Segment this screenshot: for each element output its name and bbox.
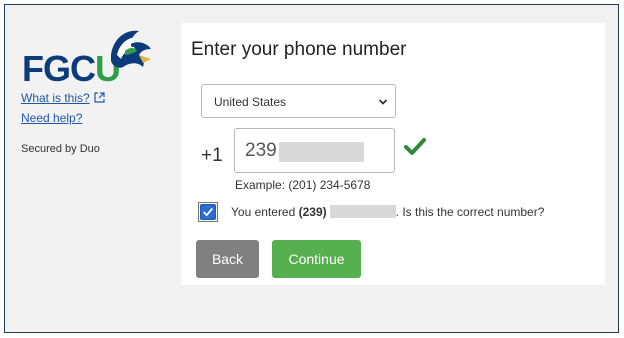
phone-example-hint: Example: (201) 234-5678 <box>235 178 371 192</box>
chevron-down-icon <box>378 99 388 105</box>
need-help-link[interactable]: Need help? <box>21 111 82 125</box>
checkbox-checked-icon <box>203 207 214 217</box>
external-link-icon <box>94 92 105 103</box>
country-select-value: United States <box>214 95 287 109</box>
phone-input[interactable]: 239 <box>234 128 395 173</box>
duo-prompt-frame: FGCU What is this? Need help? Secured by… <box>4 4 619 333</box>
phone-input-value: 239 <box>245 140 277 161</box>
confirm-number-checkbox[interactable] <box>200 204 216 220</box>
confirm-number-text: You entered (239). Is this the correct n… <box>231 205 545 219</box>
page-title: Enter your phone number <box>191 39 407 60</box>
country-select[interactable]: United States <box>201 84 396 118</box>
fgcu-logo: FGCU <box>21 25 153 87</box>
what-is-this-link[interactable]: What is this? <box>21 91 105 105</box>
continue-button[interactable]: Continue <box>272 240 361 278</box>
eagle-logo-icon <box>111 30 151 68</box>
secured-by-duo: Secured by Duo <box>21 143 100 155</box>
back-button[interactable]: Back <box>196 240 259 278</box>
redacted-number <box>329 205 396 218</box>
country-code: +1 <box>201 145 223 166</box>
redacted-digits <box>279 142 364 162</box>
phone-entry-card: Enter your phone number United States +1… <box>181 23 605 285</box>
checkmark-icon <box>404 138 426 155</box>
